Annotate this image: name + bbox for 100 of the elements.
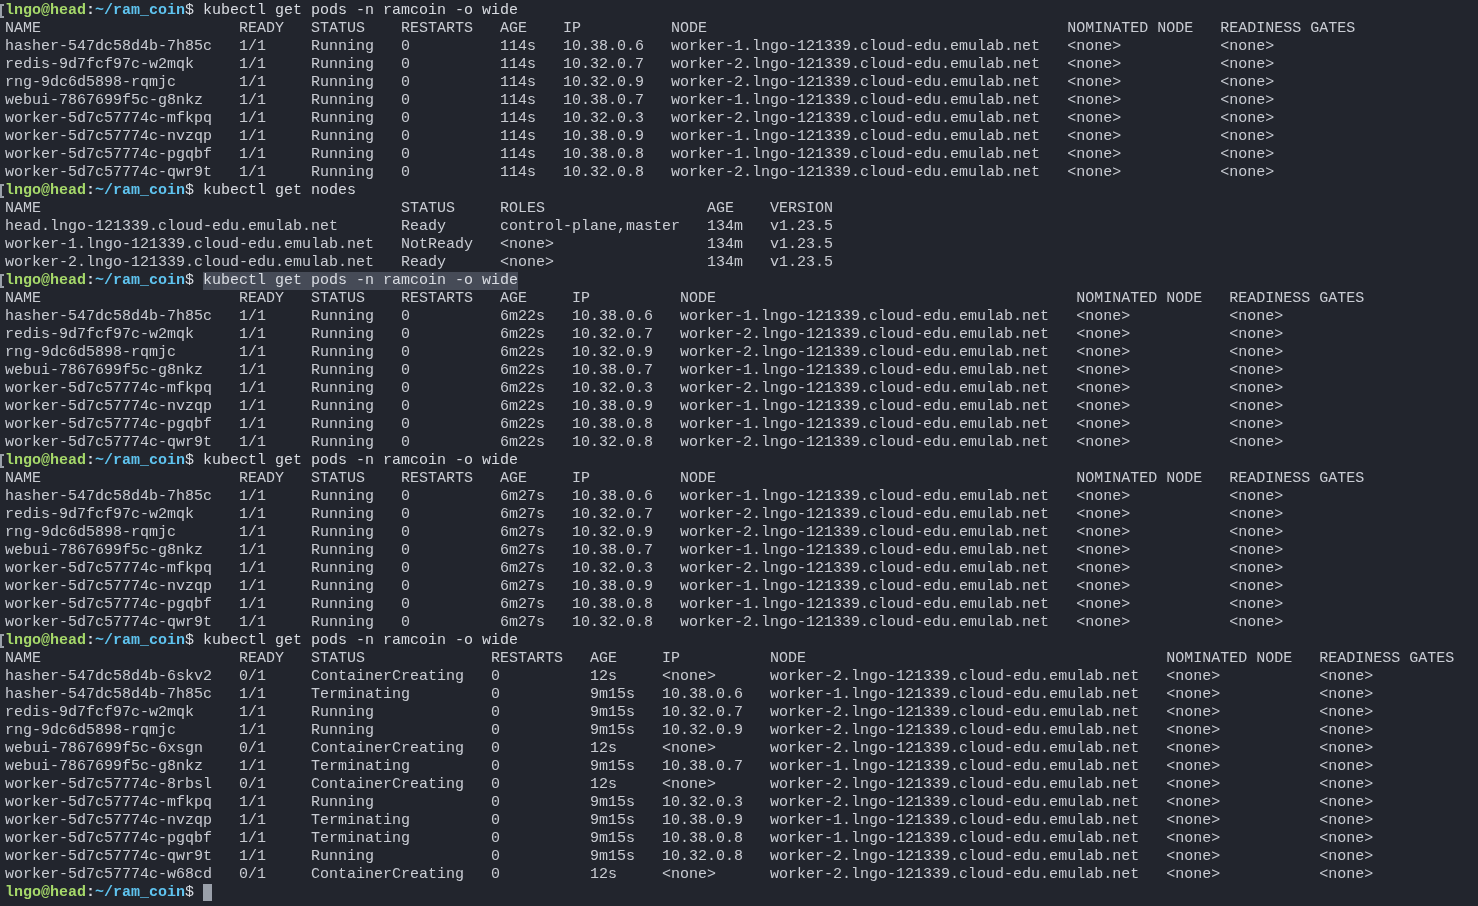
table-cell: 6m22s	[500, 398, 546, 415]
prompt-path: ~/ram_coin	[95, 182, 186, 200]
table-cell: worker-2.lngo-121339.cloud-edu.emulab.net	[770, 866, 1140, 883]
table-cell: 0	[401, 56, 411, 73]
table-cell: <none>	[1067, 164, 1122, 181]
table-cell: Running	[311, 524, 375, 541]
column-header: RESTARTS	[401, 20, 474, 37]
table-cell: ContainerCreating	[311, 668, 465, 685]
table-cell: 1/1	[239, 308, 267, 325]
table-cell: 0	[401, 560, 411, 577]
table-cell: 1/1	[239, 830, 267, 847]
table-cell: 0	[401, 326, 411, 343]
table-cell: <none>	[1166, 794, 1221, 811]
table-cell: 0	[491, 848, 501, 865]
table-cell: hasher-547dc58d4b-7h85c	[5, 686, 213, 703]
column-header: NAME	[5, 290, 41, 307]
table-cell: worker-2.lngo-121339.cloud-edu.emulab.net	[671, 110, 1041, 127]
table-cell: worker-5d7c57774c-nvzqp	[5, 812, 213, 829]
table-cell: <none>	[1076, 308, 1131, 325]
table-cell: <none>	[1220, 110, 1275, 127]
column-header: AGE	[500, 470, 528, 487]
table-cell: <none>	[662, 668, 717, 685]
table-cell: 10.38.0.7	[563, 92, 645, 109]
table-cell: Running	[311, 848, 375, 865]
table-cell: worker-5d7c57774c-qwr9t	[5, 164, 213, 181]
table-cell: 1/1	[239, 398, 267, 415]
command-text: kubectl get pods -n ramcoin -o wide	[203, 272, 519, 290]
table-cell: <none>	[1076, 380, 1131, 397]
column-header: AGE	[707, 200, 735, 217]
table-cell: worker-2.lngo-121339.cloud-edu.emulab.net	[770, 668, 1140, 685]
table-cell: <none>	[1067, 38, 1122, 55]
table-cell: worker-2.lngo-121339.cloud-edu.emulab.net	[680, 614, 1050, 631]
table-cell: webui-7867699f5c-g8nkz	[5, 758, 204, 775]
table-cell: 1/1	[239, 488, 267, 505]
table-cell: 0	[401, 92, 411, 109]
table-cell: worker-1.lngo-121339.cloud-edu.emulab.net	[671, 146, 1041, 163]
table-cell: 0	[401, 344, 411, 361]
table-cell: 9m15s	[590, 686, 636, 703]
table-cell: NotReady	[401, 236, 474, 253]
table-cell: 1/1	[239, 434, 267, 451]
column-header: NOMINATED NODE	[1076, 470, 1203, 487]
table-cell: Terminating	[311, 686, 411, 703]
table-cell: <none>	[1220, 128, 1275, 145]
column-header: STATUS	[311, 650, 366, 667]
table-cell: 9m15s	[590, 812, 636, 829]
table-cell: <none>	[1229, 578, 1284, 595]
table-cell: Terminating	[311, 812, 411, 829]
table-cell: worker-5d7c57774c-pgqbf	[5, 596, 213, 613]
table-cell: 1/1	[239, 848, 267, 865]
table-cell: 10.38.0.7	[572, 362, 654, 379]
table-cell: <none>	[1229, 344, 1284, 361]
table-cell: 10.38.0.8	[572, 416, 654, 433]
table-cell: 1/1	[239, 56, 267, 73]
table-cell: 1/1	[239, 92, 267, 109]
table-cell: 0	[491, 776, 501, 793]
table-cell: Running	[311, 614, 375, 631]
table-cell: Terminating	[311, 830, 411, 847]
table-cell: rng-9dc6d5898-rqmjc	[5, 74, 177, 91]
table-cell: 9m15s	[590, 794, 636, 811]
table-cell: Running	[311, 308, 375, 325]
table-cell: 10.38.0.8	[662, 830, 744, 847]
table-cell: 0	[401, 362, 411, 379]
table-cell: 6m22s	[500, 308, 546, 325]
table-cell: 1/1	[239, 542, 267, 559]
table-cell: Running	[311, 560, 375, 577]
table-cell: worker-1.lngo-121339.cloud-edu.emulab.net	[671, 128, 1041, 145]
column-header: RESTARTS	[401, 470, 474, 487]
table-cell: 0/1	[239, 740, 267, 757]
table-cell: 10.38.0.9	[572, 398, 654, 415]
table-cell: 0	[491, 704, 501, 721]
table-cell: <none>	[1229, 524, 1284, 541]
table-cell: Running	[311, 704, 375, 721]
table-cell: webui-7867699f5c-6xsgn	[5, 740, 204, 757]
table-cell: 0/1	[239, 668, 267, 685]
table-cell: 10.32.0.7	[572, 506, 654, 523]
table-cell: Running	[311, 344, 375, 361]
prompt-path: ~/ram_coin	[95, 272, 186, 290]
table-cell: <none>	[1067, 92, 1122, 109]
table-cell: Running	[311, 128, 375, 145]
table-cell: 0	[401, 596, 411, 613]
table-cell: worker-5d7c57774c-pgqbf	[5, 146, 213, 163]
table-cell: 1/1	[239, 794, 267, 811]
column-header: IP	[662, 650, 681, 667]
prompt-path: ~/ram_coin	[95, 452, 186, 470]
table-cell: 0	[491, 668, 501, 685]
table-cell: Running	[311, 416, 375, 433]
table-cell: Running	[311, 326, 375, 343]
table-cell: 1/1	[239, 722, 267, 739]
table-cell: 134m	[707, 254, 744, 271]
column-header: IP	[563, 20, 582, 37]
table-cell: <none>	[1076, 578, 1131, 595]
table-cell: rng-9dc6d5898-rqmjc	[5, 524, 177, 541]
table-cell: <none>	[1229, 362, 1284, 379]
table-cell: <none>	[1229, 506, 1284, 523]
table-cell: 6m27s	[500, 578, 546, 595]
table-cell: 1/1	[239, 128, 267, 145]
table-cell: worker-1.lngo-121339.cloud-edu.emulab.net	[770, 812, 1140, 829]
table-cell: <none>	[1319, 722, 1374, 739]
prompt-symbol: $	[185, 452, 195, 470]
table-cell: 0	[401, 380, 411, 397]
